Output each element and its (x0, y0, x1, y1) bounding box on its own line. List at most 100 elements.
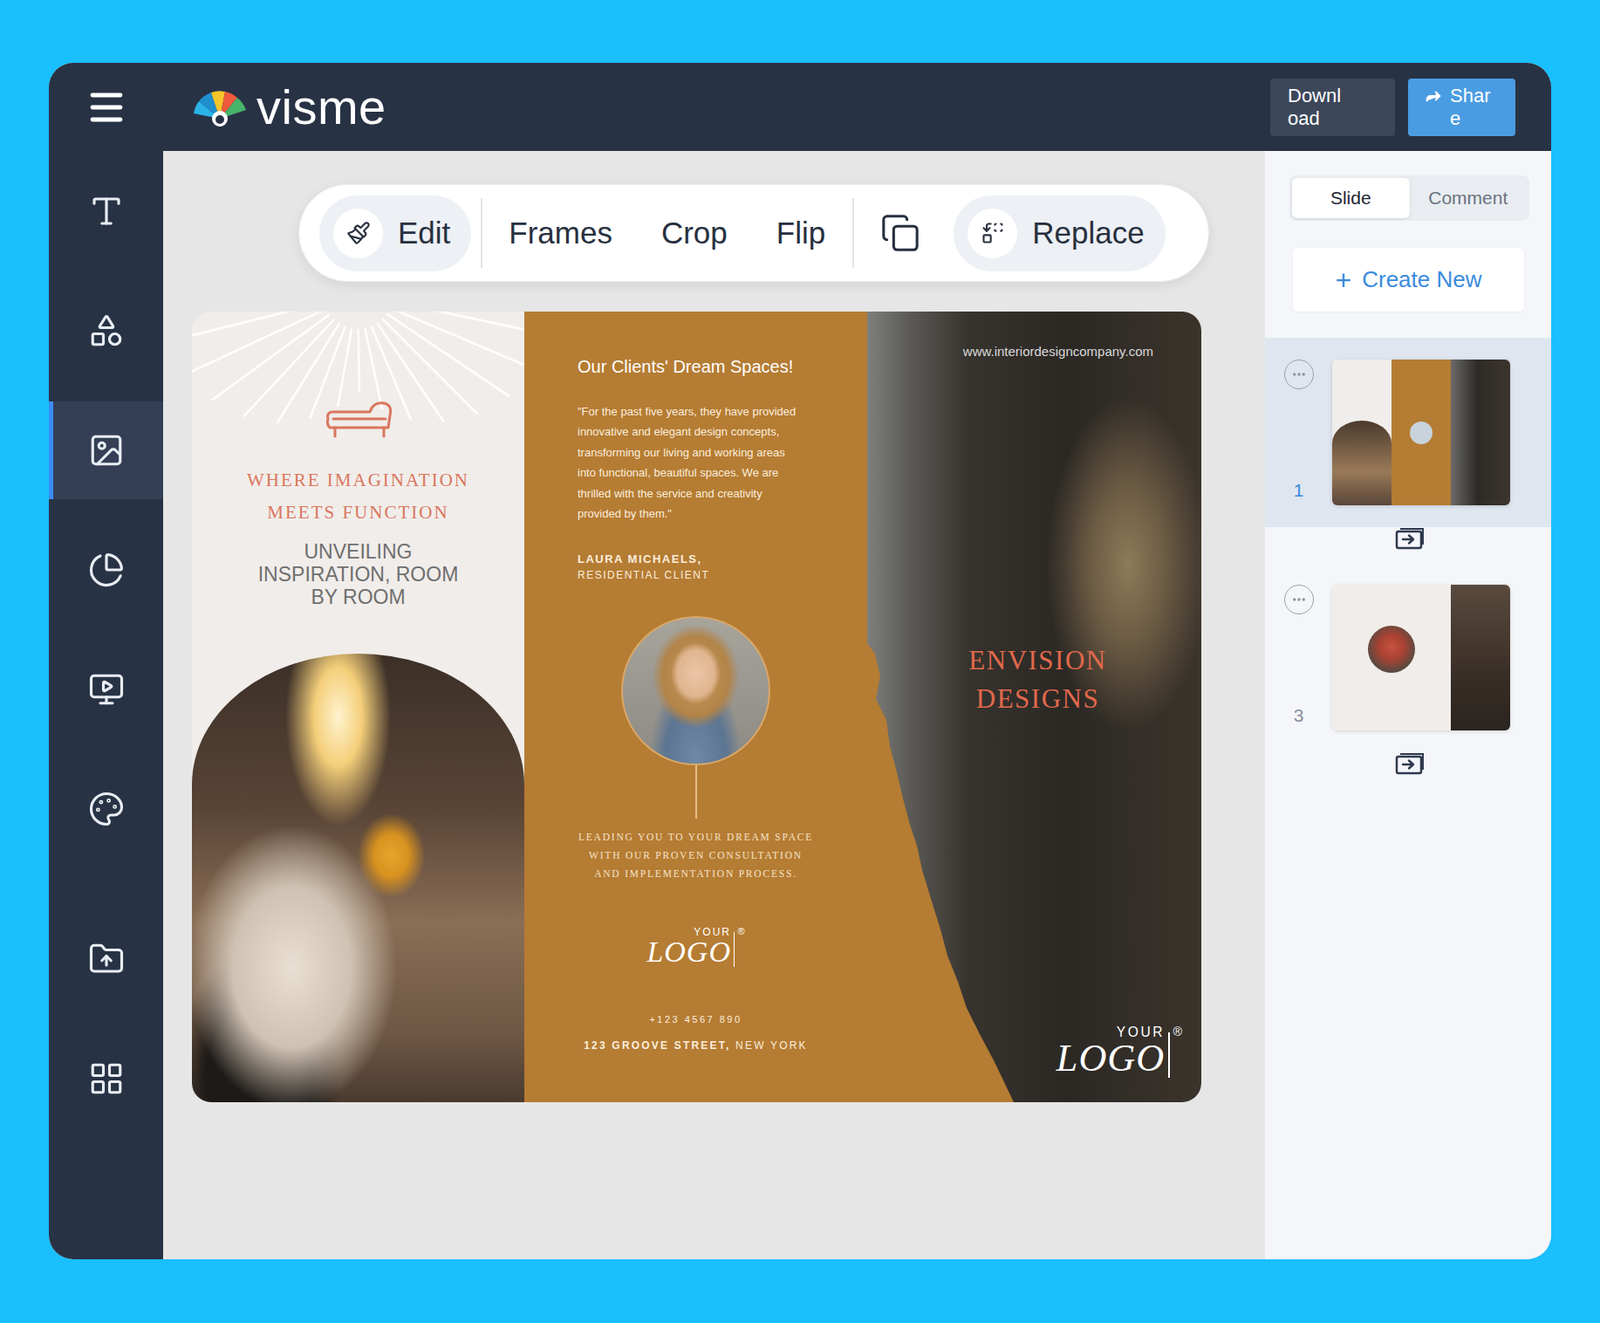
slide-row[interactable]: 3 (1264, 562, 1552, 753)
transition-icon (1394, 526, 1425, 550)
slide-meta: 1 (1264, 337, 1333, 527)
testimonial-role: RESIDENTIAL CLIENT (577, 567, 710, 584)
more-icon (1291, 366, 1307, 383)
workspace: Edit Frames Crop Flip Replace WHERE IMAGINATI… (163, 150, 1552, 1259)
text-icon (88, 192, 125, 230)
panel-tab[interactable]: Slide (1292, 177, 1410, 219)
download-button[interactable]: Download (1270, 78, 1395, 137)
testimonial-title: Our Clients' Dream Spaces! (577, 355, 794, 378)
page: visme Download Share Edit Frames Crop Flip Repl… (0, 0, 1600, 1323)
hamburger-icon (85, 86, 128, 129)
toolbar-action[interactable]: Frames (508, 215, 613, 251)
sofa-icon (322, 396, 395, 442)
sidebar-item[interactable] (48, 509, 164, 630)
slide-list: 13 (1264, 337, 1552, 775)
logo-words: YOURLOGO (646, 926, 732, 967)
toolbar-action[interactable]: Crop (661, 215, 728, 251)
palette-icon (88, 790, 125, 828)
text-line: WITH OUR PROVEN CONSULTATION (578, 846, 814, 865)
chart-icon (88, 551, 125, 589)
sidebar-item[interactable] (48, 389, 164, 510)
sidebar-item[interactable] (48, 150, 164, 271)
sidebar-item-highlight (48, 640, 164, 739)
logo-main-text: LOGO (1056, 1039, 1165, 1078)
sidebar-item[interactable] (48, 748, 164, 869)
duplicate-icon (880, 212, 921, 253)
text-line: UNVEILING (258, 540, 459, 563)
text-line: AND IMPLEMENTATION PROCESS. (578, 864, 814, 883)
text-line: provided by them." (577, 503, 796, 524)
header-actions: Download Share (1270, 78, 1516, 137)
brochure-left-panel: WHERE IMAGINATIONMEETS FUNCTION UNVEILING… (191, 311, 525, 1102)
text-line: into functional, beautiful spaces. We ar… (577, 462, 796, 483)
text-line: "For the past five years, they have prov… (577, 401, 796, 422)
slide-transition-button[interactable] (1264, 752, 1552, 775)
middle-center-column: LEADING YOU TO YOUR DREAM SPACEWITH OUR … (524, 583, 868, 1053)
text-line: innovative and elegant design concepts, (577, 421, 796, 442)
slides-panel: SlideComment+Create New13 (1264, 150, 1552, 1259)
slide-number: 3 (1293, 704, 1305, 726)
edit-button[interactable]: Edit (319, 195, 472, 272)
slide-options-button[interactable] (1284, 359, 1314, 390)
plus-icon: + (1335, 266, 1353, 295)
duplicate-button[interactable] (880, 212, 921, 253)
sidebar-item-highlight (48, 162, 164, 260)
button-label: Download (1287, 84, 1348, 130)
button-label: Share (1449, 84, 1496, 130)
sidebar-item-highlight (48, 1029, 164, 1128)
create-new-button[interactable]: +Create New (1292, 247, 1525, 312)
replace-icon (980, 220, 1006, 246)
your-logo: YOURLOGO ® (646, 926, 745, 967)
logo-top-text: YOUR (1116, 1025, 1165, 1040)
text-line: BY ROOM (258, 585, 459, 609)
address-part: NEW YORK (735, 1039, 808, 1052)
visme-logo-icon (191, 87, 250, 128)
sidebar (48, 62, 164, 1259)
upload-icon (88, 940, 125, 978)
replace-button[interactable]: Replace (953, 195, 1165, 272)
testimonial-quote: "For the past five years, they have prov… (577, 401, 796, 524)
logo-top-text: YOUR (693, 926, 732, 937)
sidebar-item[interactable] (48, 270, 164, 390)
sidebar-item-highlight (48, 401, 164, 500)
toolbar-divider (480, 198, 483, 268)
more-icon (1291, 591, 1307, 608)
sidebar-item[interactable] (48, 1018, 164, 1138)
pill-icon-circle (333, 208, 383, 259)
living-room-photo (191, 653, 525, 1102)
logo-bar (1168, 1032, 1170, 1078)
text-line: thrilled with the service and creativity (577, 483, 796, 504)
transition-icon (1394, 752, 1425, 775)
share-button[interactable]: Share (1408, 78, 1516, 137)
brand-logo: visme (191, 82, 387, 132)
thumbnail-photo (1332, 420, 1392, 506)
pill-icon-circle (967, 208, 1018, 259)
app-window: visme Download Share Edit Frames Crop Flip Repl… (48, 62, 1552, 1259)
toolbar-action[interactable]: Flip (776, 215, 826, 251)
slide-options-button[interactable] (1284, 584, 1314, 615)
headline: WHERE IMAGINATIONMEETS FUNCTION (246, 464, 470, 529)
media-icon (88, 670, 125, 708)
image-icon (88, 431, 125, 469)
logo-registered-mark: ® (737, 926, 745, 937)
sidebar-item-highlight (48, 520, 164, 619)
thumbnail-circle (1409, 421, 1433, 445)
shapes-icon (88, 312, 125, 349)
logo-registered-mark: ® (1172, 1025, 1183, 1038)
slide-row[interactable]: 1 (1264, 337, 1552, 527)
thumbnail-panel (1391, 359, 1451, 506)
brochure: WHERE IMAGINATIONMEETS FUNCTION UNVEILING… (191, 311, 1202, 1102)
website-url: www.interiordesigncompany.com (963, 343, 1154, 360)
logo-main-text: LOGO (646, 936, 732, 967)
thumbnail-circle (1367, 625, 1416, 673)
canvas: Edit Frames Crop Flip Replace WHERE IMAGINATI… (163, 150, 1265, 1259)
sidebar-item[interactable] (48, 629, 164, 749)
panel-tab[interactable]: Comment (1409, 177, 1528, 219)
share-arrow-icon (1423, 86, 1443, 106)
top-bar: visme Download Share (163, 62, 1552, 151)
slide-number: 1 (1293, 479, 1305, 501)
menu-button[interactable] (48, 62, 164, 151)
slide-transition-button[interactable] (1264, 526, 1552, 550)
sidebar-item[interactable] (48, 898, 164, 1019)
address: 123 GROOVE STREET, NEW YORK (583, 1038, 808, 1053)
